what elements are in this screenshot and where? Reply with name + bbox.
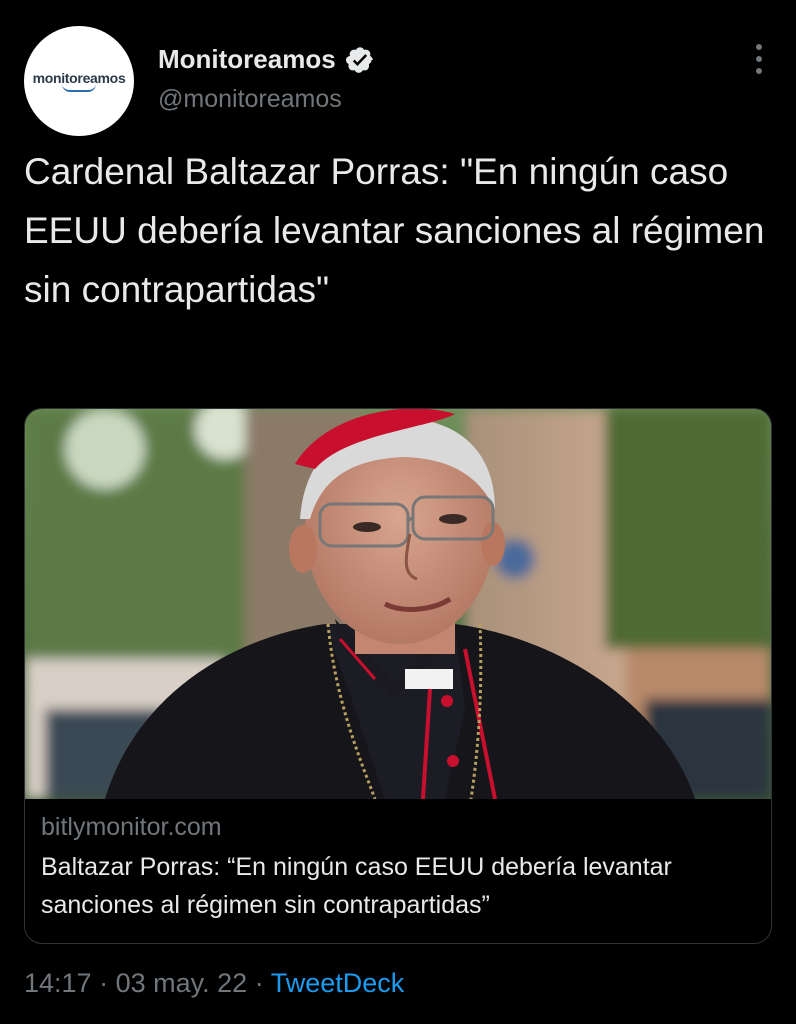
cardinal-photo: [25, 409, 771, 799]
account-handle[interactable]: @monitoreamos: [158, 85, 375, 114]
card-title: Baltazar Porras: “En ningún caso EEUU de…: [41, 853, 672, 919]
display-name-row: Monitoreamos: [158, 44, 375, 75]
display-name[interactable]: Monitoreamos: [158, 44, 336, 75]
avatar[interactable]: monitoreamos: [24, 26, 134, 136]
tweet-text: Cardenal Baltazar Porras: "En ningún cas…: [24, 151, 765, 310]
card-domain: bitlymonitor.com: [41, 813, 222, 841]
more-options-icon[interactable]: [754, 44, 764, 74]
logo-swoosh-icon: [62, 84, 96, 92]
footer-separator: ·: [99, 968, 109, 998]
tweet-header: monitoreamos Monitoreamos @monitoreamos: [24, 26, 772, 138]
card-meta: bitlymonitor.com Baltazar Porras: “En ni…: [41, 813, 755, 924]
tweet-date[interactable]: 03 may. 22: [116, 968, 248, 998]
tweet-source-link[interactable]: TweetDeck: [271, 968, 405, 998]
account-names: Monitoreamos @monitoreamos: [158, 44, 375, 114]
footer-separator: ·: [254, 968, 264, 998]
tweet-footer: 14:17 · 03 may. 22 · TweetDeck: [24, 968, 404, 999]
verified-badge-icon: [345, 46, 373, 73]
link-card[interactable]: bitlymonitor.com Baltazar Porras: “En ni…: [24, 408, 772, 944]
card-image[interactable]: [25, 409, 771, 799]
tweet-time[interactable]: 14:17: [24, 968, 92, 998]
